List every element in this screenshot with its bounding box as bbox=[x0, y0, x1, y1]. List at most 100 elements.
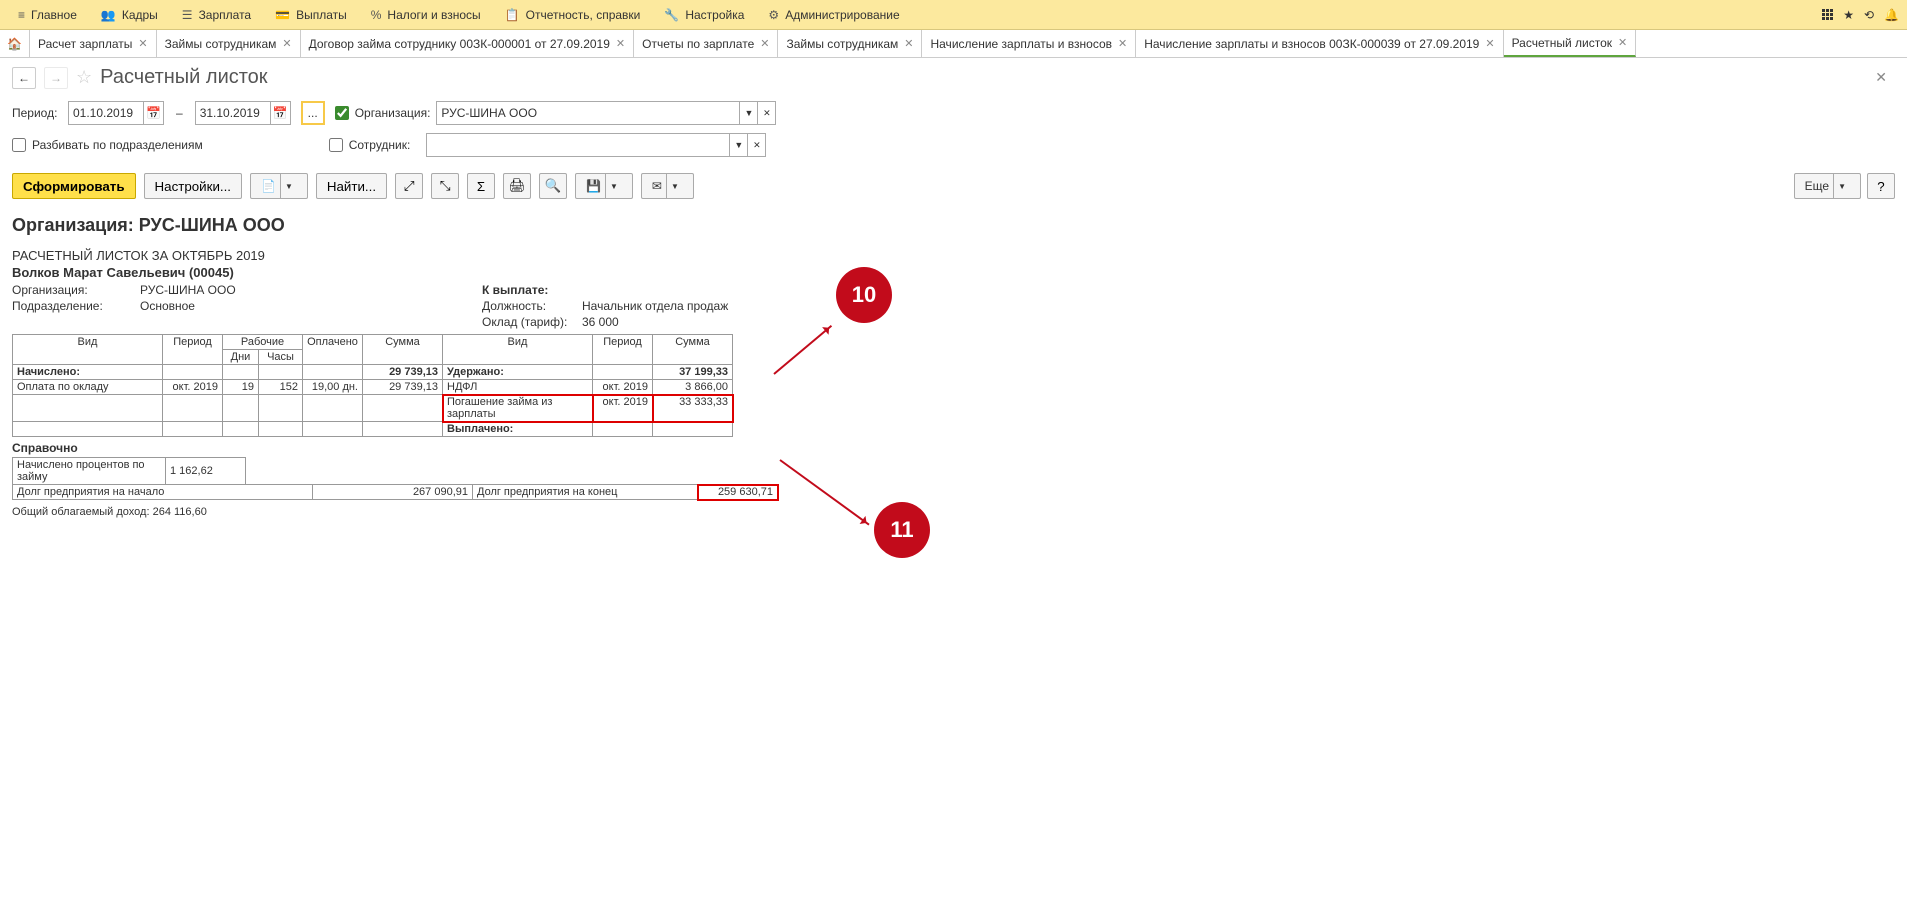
mail-icon: ✉ bbox=[652, 179, 662, 193]
generate-button[interactable]: Сформировать bbox=[12, 173, 136, 199]
expand-button[interactable]: ⤢ bbox=[395, 173, 423, 199]
menu-label: Кадры bbox=[122, 8, 158, 22]
star-icon[interactable]: ★ bbox=[1843, 8, 1854, 22]
menu-hr[interactable]: 👥Кадры bbox=[91, 4, 168, 26]
help-button[interactable]: ? bbox=[1867, 173, 1895, 199]
close-icon[interactable]: ✕ bbox=[616, 37, 625, 50]
org-dropdown-button[interactable]: ▼ bbox=[740, 101, 758, 125]
calendar-from-button[interactable]: 📅 bbox=[144, 101, 164, 125]
menu-main[interactable]: ≡Главное bbox=[8, 4, 87, 26]
mail-button[interactable]: ✉▼ bbox=[641, 173, 694, 199]
loan-repay-name: Погашение займа из зарплаты bbox=[443, 395, 593, 422]
chevron-down-icon: ▼ bbox=[280, 174, 297, 198]
chevron-down-icon: ▼ bbox=[1833, 174, 1850, 198]
org-label: Организация: bbox=[355, 106, 431, 120]
home-tab[interactable]: 🏠 bbox=[0, 30, 30, 57]
employee-clear-button[interactable]: ✕ bbox=[748, 133, 766, 157]
withheld-row-period: окт. 2019 bbox=[593, 380, 653, 395]
employee-checkbox[interactable] bbox=[329, 138, 343, 152]
employee-dropdown-button[interactable]: ▼ bbox=[730, 133, 748, 157]
menu-label: Зарплата bbox=[199, 8, 252, 22]
date-from-input[interactable]: 01.10.2019 bbox=[68, 101, 144, 125]
org-combo[interactable]: РУС-ШИНА ООО bbox=[436, 101, 740, 125]
tab-loans-1[interactable]: Займы сотрудникам✕ bbox=[157, 30, 301, 57]
preview-button[interactable]: 🔍 bbox=[539, 173, 567, 199]
employee-combo[interactable] bbox=[426, 133, 730, 157]
more-button[interactable]: Еще▼ bbox=[1794, 173, 1861, 199]
find-button[interactable]: Найти... bbox=[316, 173, 387, 199]
accrued-label: Начислено: bbox=[13, 365, 163, 380]
menu-reports[interactable]: 📋Отчетность, справки bbox=[495, 4, 651, 26]
settings-button[interactable]: Настройки... bbox=[144, 173, 242, 199]
percent-icon: % bbox=[371, 8, 382, 22]
split-checkbox[interactable] bbox=[12, 138, 26, 152]
report-org-title: Организация: РУС-ШИНА ООО bbox=[12, 215, 1895, 236]
tab-calc-salary[interactable]: Расчет зарплаты ✕ bbox=[30, 30, 157, 57]
date-to-input[interactable]: 31.10.2019 bbox=[195, 101, 271, 125]
close-icon[interactable]: ✕ bbox=[1118, 37, 1127, 50]
col-hours: Часы bbox=[259, 350, 303, 365]
close-page-button[interactable]: ✕ bbox=[1875, 69, 1887, 86]
col-sum: Сумма bbox=[363, 335, 443, 365]
withheld-total: 37 199,33 bbox=[653, 365, 733, 380]
close-icon[interactable]: ✕ bbox=[904, 37, 913, 50]
close-icon[interactable]: ✕ bbox=[760, 37, 769, 50]
split-label: Разбивать по подразделениям bbox=[32, 138, 203, 152]
paid-label: Выплачено: bbox=[443, 422, 593, 437]
menu-salary[interactable]: ☰Зарплата bbox=[172, 4, 261, 26]
org-info-value: РУС-ШИНА ООО bbox=[140, 282, 236, 298]
menu-settings[interactable]: 🔧Настройка bbox=[654, 4, 754, 26]
org-info-label: Организация: bbox=[12, 282, 132, 298]
org-checkbox[interactable] bbox=[335, 106, 349, 120]
top-menu: ≡Главное 👥Кадры ☰Зарплата 💳Выплаты %Нало… bbox=[8, 4, 1822, 26]
card-icon: 💳 bbox=[275, 8, 290, 22]
menu-label: Главное bbox=[31, 8, 77, 22]
tab-loan-contract[interactable]: Договор займа сотруднику 00ЗК-000001 от … bbox=[301, 30, 635, 57]
menu-label: Отчетность, справки bbox=[526, 8, 641, 22]
dept-value: Основное bbox=[140, 298, 195, 314]
tab-accrual[interactable]: Начисление зарплаты и взносов✕ bbox=[922, 30, 1136, 57]
close-icon[interactable]: ✕ bbox=[138, 37, 147, 50]
col-work: Рабочие bbox=[223, 335, 303, 350]
nav-forward-button[interactable]: → bbox=[44, 67, 68, 89]
ref-value: 1 162,62 bbox=[166, 458, 246, 485]
tab-salary-reports[interactable]: Отчеты по зарплате✕ bbox=[634, 30, 778, 57]
menu-label: Администрирование bbox=[785, 8, 899, 22]
variant-button[interactable]: 📄▼ bbox=[250, 173, 308, 199]
menu-taxes[interactable]: %Налоги и взносы bbox=[361, 4, 491, 26]
toolbar: Сформировать Настройки... 📄▼ Найти... ⤢ … bbox=[0, 169, 1907, 207]
tab-accrual-doc[interactable]: Начисление зарплаты и взносов 00ЗК-00003… bbox=[1136, 30, 1503, 57]
debt-end-value: 259 630,71 bbox=[698, 485, 778, 500]
tab-label: Займы сотрудникам bbox=[786, 37, 898, 51]
menu-admin[interactable]: ⚙Администрирование bbox=[758, 4, 909, 26]
sum-button[interactable]: Σ bbox=[467, 173, 495, 199]
org-clear-button[interactable]: ✕ bbox=[758, 101, 776, 125]
close-icon[interactable]: ✕ bbox=[1485, 37, 1494, 50]
tab-loans-2[interactable]: Займы сотрудникам ✕ bbox=[778, 30, 922, 57]
tab-label: Расчет зарплаты bbox=[38, 37, 132, 51]
period-select-button[interactable]: ... bbox=[301, 101, 325, 125]
favorite-star-icon[interactable]: ☆ bbox=[76, 67, 92, 88]
chevron-down-icon: ▼ bbox=[605, 174, 622, 198]
accrued-row-days: 19 bbox=[223, 380, 259, 395]
bell-icon[interactable]: 🔔 bbox=[1884, 8, 1899, 22]
save-button[interactable]: 💾▼ bbox=[575, 173, 633, 199]
sheet-title: РАСЧЕТНЫЙ ЛИСТОК ЗА ОКТЯБРЬ 2019 bbox=[12, 248, 1895, 263]
filter-panel: Период: 01.10.2019 📅 – 31.10.2019 📅 ... … bbox=[0, 97, 1907, 169]
history-icon[interactable]: ⟲ bbox=[1864, 8, 1874, 22]
calendar-to-button[interactable]: 📅 bbox=[271, 101, 291, 125]
top-menu-bar: ≡Главное 👥Кадры ☰Зарплата 💳Выплаты %Нало… bbox=[0, 0, 1907, 30]
page-title: Расчетный листок bbox=[100, 66, 267, 89]
col-paid: Оплачено bbox=[303, 335, 363, 365]
tab-payslip[interactable]: Расчетный листок✕ bbox=[1504, 30, 1637, 57]
nav-back-button[interactable]: ← bbox=[12, 67, 36, 89]
apps-icon[interactable] bbox=[1822, 9, 1833, 20]
close-icon[interactable]: ✕ bbox=[282, 37, 291, 50]
position-value: Начальник отдела продаж bbox=[582, 298, 728, 314]
close-icon[interactable]: ✕ bbox=[1618, 36, 1627, 49]
accrued-total: 29 739,13 bbox=[363, 365, 443, 380]
menu-payments[interactable]: 💳Выплаты bbox=[265, 4, 357, 26]
print-button[interactable]: 🖨 bbox=[503, 173, 531, 199]
collapse-button[interactable]: ⤡ bbox=[431, 173, 459, 199]
col-sum2: Сумма bbox=[653, 335, 733, 365]
